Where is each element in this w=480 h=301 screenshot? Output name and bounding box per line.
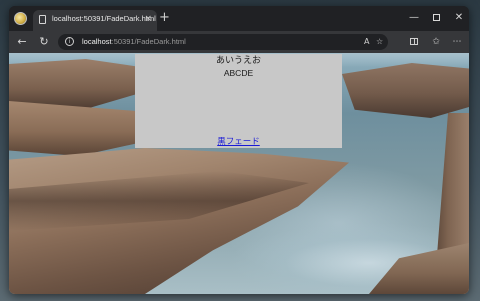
background-rock [342, 63, 469, 118]
tab-title: localhost:50391/FadeDark.html [52, 14, 156, 23]
hiragana-text: あいうえお [215, 56, 261, 66]
url-host: localhost [82, 37, 112, 46]
browser-toolbar: ← ↻ i localhost:50391/FadeDark.html A ☆ … [9, 31, 469, 53]
tab-close-icon[interactable]: × [144, 13, 152, 25]
browser-window: localhost:50391/FadeDark.html × + — ✕ ← … [9, 6, 469, 294]
minimize-button[interactable]: — [405, 9, 423, 27]
info-icon[interactable]: i [65, 37, 74, 46]
maximize-button[interactable] [427, 9, 445, 27]
latin-text: ABCDE [223, 68, 254, 78]
maximize-icon [432, 13, 440, 21]
browser-profile-icon[interactable] [14, 12, 27, 25]
document-icon [39, 15, 46, 24]
reload-button[interactable]: ↻ [35, 33, 53, 51]
more-options-button[interactable]: ⋯ [449, 33, 465, 51]
favorites-button[interactable]: ✩ [428, 33, 444, 51]
favorite-star-icon[interactable]: ☆ [376, 36, 383, 48]
background-rock [9, 101, 149, 156]
background-rock [9, 59, 137, 109]
tab-fadedark[interactable]: localhost:50391/FadeDark.html × [33, 10, 157, 31]
tab-strip: localhost:50391/FadeDark.html × + — ✕ [9, 6, 469, 31]
back-button[interactable]: ← [13, 33, 31, 51]
url-path: :50391/FadeDark.html [111, 37, 186, 46]
content-panel: あいうえお ABCDE 黒フェード [135, 54, 342, 148]
read-aloud-icon[interactable]: A [364, 36, 369, 48]
fade-dark-link[interactable]: 黒フェード [135, 136, 342, 148]
new-tab-button[interactable]: + [159, 11, 170, 25]
page-viewport: あいうえお ABCDE 黒フェード [9, 53, 469, 294]
address-bar[interactable]: i localhost:50391/FadeDark.html A ☆ [58, 34, 388, 50]
close-window-button[interactable]: ✕ [450, 9, 468, 27]
url-text[interactable]: localhost:50391/FadeDark.html [82, 36, 186, 48]
background-rock [369, 243, 469, 294]
split-screen-icon [410, 38, 418, 45]
split-screen-button[interactable] [406, 33, 422, 51]
